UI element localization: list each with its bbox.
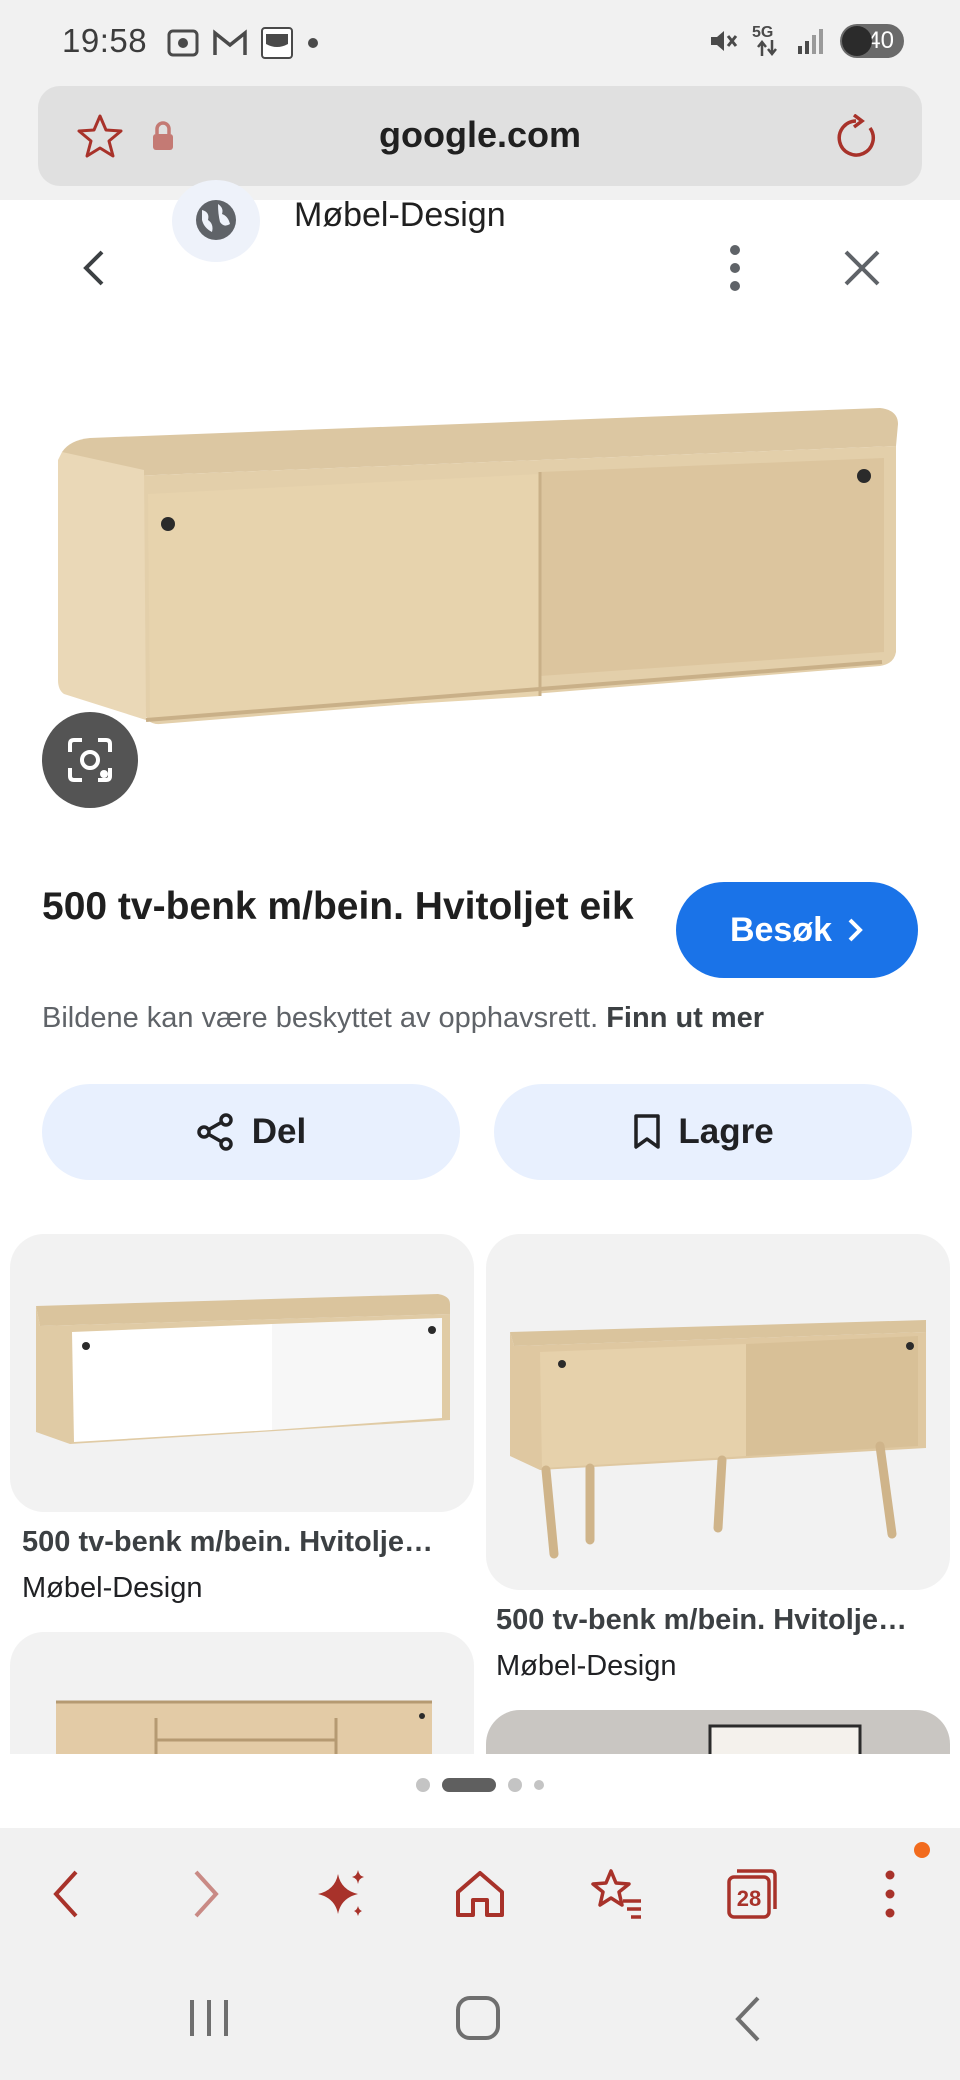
related-image-4[interactable] <box>486 1710 950 1754</box>
close-icon[interactable] <box>840 246 884 290</box>
status-time: 19:58 <box>62 22 148 59</box>
learn-more-link[interactable]: Finn ut mer <box>606 1002 764 1034</box>
address-bar[interactable]: google.com <box>38 86 922 186</box>
copyright-notice: Bildene kan være beskyttet av opphavsret… <box>42 1002 764 1035</box>
page-dot-active <box>442 1778 496 1792</box>
bookmark-icon <box>634 1114 661 1149</box>
system-navigation-bar <box>0 1960 960 2080</box>
white-door-bench-illustration <box>36 1294 450 1444</box>
chevron-right-icon <box>194 1870 219 1918</box>
signal-icon <box>798 29 823 54</box>
page-indicator <box>0 1778 960 1792</box>
battery-icon: 40 <box>840 24 904 58</box>
menu-button[interactable] <box>854 1858 926 1930</box>
page-dot <box>534 1780 544 1790</box>
sideboard-illustration <box>56 1700 432 1754</box>
tabs-icon: 28 <box>727 1869 777 1919</box>
page-dot <box>416 1778 430 1792</box>
home-button[interactable] <box>444 1858 516 1930</box>
dot-icon <box>308 38 318 48</box>
gmail-icon <box>213 29 247 55</box>
back-nav-icon[interactable] <box>728 1994 768 2044</box>
visit-button[interactable]: Besøk <box>676 882 918 978</box>
recents-icon[interactable] <box>186 1996 232 2040</box>
related-title-2[interactable]: 500 tv-benk m/bein. Hvitolje… <box>496 1604 907 1637</box>
related-source-2[interactable]: Møbel-Design <box>496 1650 677 1683</box>
screenshot-icon <box>167 29 199 57</box>
google-lens-button[interactable] <box>42 712 138 808</box>
lens-icon <box>68 738 112 782</box>
source-name[interactable]: Møbel-Design <box>294 196 506 235</box>
related-source-1[interactable]: Møbel-Design <box>22 1572 203 1605</box>
star-list-icon <box>591 1869 641 1919</box>
reload-icon[interactable] <box>832 114 880 162</box>
chevron-left-icon <box>53 1870 78 1918</box>
network-type-icon: 5G <box>752 24 782 58</box>
bookmarks-button[interactable] <box>580 1858 652 1930</box>
forward-button[interactable] <box>170 1858 242 1930</box>
address-bar-area: google.com <box>0 86 960 200</box>
ai-assistant-button[interactable] <box>306 1858 378 1930</box>
result-title: 500 tv-benk m/bein. Hvitoljet eik <box>42 885 634 928</box>
chevron-right-icon <box>848 918 863 942</box>
related-image-3[interactable] <box>10 1632 474 1754</box>
status-bar: 19:58 5G 40 <box>0 0 960 88</box>
share-button[interactable]: Del <box>42 1084 460 1180</box>
tv-bench-illustration <box>58 408 898 725</box>
more-options-icon[interactable] <box>720 244 750 294</box>
related-image-2[interactable] <box>486 1234 950 1590</box>
related-image-1[interactable] <box>10 1234 474 1512</box>
copyright-text: Bildene kan være beskyttet av opphavsret… <box>42 1002 599 1034</box>
save-label: Lagre <box>678 1112 774 1151</box>
legged-bench-illustration <box>510 1320 926 1559</box>
tabs-button[interactable]: 28 <box>716 1858 788 1930</box>
save-button[interactable]: Lagre <box>494 1084 912 1180</box>
source-favicon <box>172 180 260 262</box>
browser-toolbar: 28 <box>0 1828 960 1960</box>
share-icon <box>197 1113 233 1151</box>
more-vert-icon <box>885 1870 895 1918</box>
svg-text:28: 28 <box>737 1886 761 1911</box>
page-dot <box>508 1778 522 1792</box>
sparkle-icon <box>318 1870 364 1916</box>
visit-label: Besøk <box>729 910 833 949</box>
globe-icon <box>196 200 236 240</box>
notification-dot <box>914 1842 930 1858</box>
mute-icon <box>711 31 738 51</box>
back-icon[interactable] <box>76 246 116 290</box>
poster-illustration <box>708 1724 862 1754</box>
home-nav-icon[interactable] <box>454 1994 502 2042</box>
kitchen-app-icon <box>261 27 293 59</box>
product-image[interactable] <box>0 300 960 840</box>
url-text[interactable]: google.com <box>38 114 922 156</box>
back-button[interactable] <box>30 1858 102 1930</box>
related-title-1[interactable]: 500 tv-benk m/bein. Hvitolje… <box>22 1526 433 1559</box>
notification-icons <box>166 26 320 60</box>
share-label: Del <box>251 1112 307 1151</box>
home-icon <box>456 1871 504 1917</box>
system-indicators: 5G 40 <box>708 24 904 58</box>
